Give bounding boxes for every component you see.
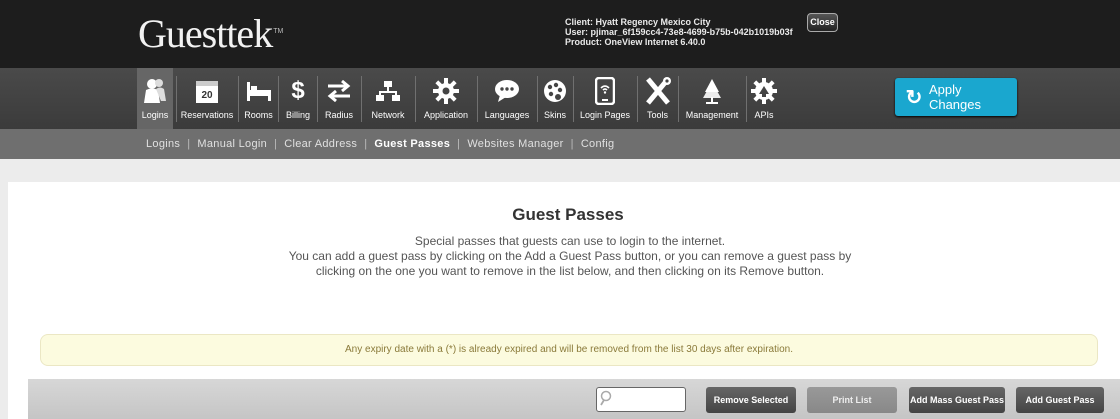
description-line: You can add a guest pass by clicking on …: [288, 249, 852, 263]
nav-divider: [637, 76, 638, 122]
nav-item-network[interactable]: Network: [364, 68, 412, 129]
search-icon: [600, 390, 614, 410]
add-guest-pass-button[interactable]: Add Guest Pass: [1016, 387, 1104, 413]
calendar-icon: 20: [179, 76, 235, 106]
nav-divider: [477, 76, 478, 122]
nav-label: Skins: [543, 110, 566, 120]
nav-item-management[interactable]: Management: [681, 68, 743, 129]
nav-divider: [278, 76, 279, 122]
nav-divider: [573, 76, 574, 122]
subnav-item-logins[interactable]: Logins: [146, 138, 180, 150]
logo-text: Guesttek: [138, 11, 273, 56]
nav-label: Radius: [324, 110, 353, 120]
bed-icon: [241, 76, 276, 106]
nav-divider: [678, 76, 679, 122]
swap-arrows-icon: [320, 76, 358, 106]
nav-label: Reservations: [180, 110, 234, 120]
nav-divider: [746, 76, 747, 122]
calendar-day: 20: [201, 90, 213, 101]
subnav-separator: |: [187, 138, 191, 150]
nav-label: Management: [685, 110, 739, 120]
logo: GuesttekTM: [138, 14, 283, 54]
close-button[interactable]: Close: [807, 13, 838, 32]
nav-item-rooms[interactable]: Rooms: [241, 68, 276, 129]
page-title: Guest Passes: [512, 205, 624, 224]
user-name: User: pjimar_6f159cc4-73e8-4699-b75b-042…: [565, 27, 793, 37]
expiry-notice: Any expiry date with a (*) is already ex…: [40, 334, 1098, 366]
nav-label: Billing: [285, 110, 310, 120]
apply-changes-button[interactable]: ↻ Apply Changes: [895, 78, 1017, 116]
nav-item-application[interactable]: Application: [418, 68, 474, 129]
subnav-item-guest-passes[interactable]: Guest Passes: [374, 138, 450, 150]
network-icon: [364, 76, 412, 106]
tree-icon: [681, 76, 743, 106]
nav-divider: [537, 76, 538, 122]
nav-label: Network: [371, 110, 405, 120]
nav-label: Languages: [484, 110, 530, 120]
nav-label: Rooms: [244, 110, 273, 120]
top-header: GuesttekTM Client: Hyatt Regency Mexico …: [0, 0, 1120, 68]
users-icon: [137, 76, 173, 106]
sub-nav-items: Logins | Manual Login | Clear Address | Guest …: [146, 138, 614, 150]
speech-bubble-icon: [480, 76, 534, 106]
api-gear-icon: [749, 76, 779, 106]
nav-item-reservations[interactable]: 20 Reservations: [179, 68, 235, 129]
product-version: Product: OneView Internet 6.40.0: [565, 37, 706, 47]
nav-divider: [317, 76, 318, 122]
nav-item-login-pages[interactable]: Login Pages: [576, 68, 634, 129]
print-list-button[interactable]: Print List: [807, 387, 897, 413]
nav-label: Tools: [646, 110, 668, 120]
dollar-icon: $: [291, 77, 305, 104]
session-info: Client: Hyatt Regency Mexico City User: …: [565, 17, 793, 47]
apply-changes-label: Apply Changes: [928, 82, 981, 112]
nav-divider: [176, 76, 177, 122]
nav-item-apis[interactable]: APIs: [749, 68, 779, 129]
client-name: Client: Hyatt Regency Mexico City: [565, 17, 711, 27]
nav-item-tools[interactable]: Tools: [640, 68, 675, 129]
nav-item-logins[interactable]: Logins: [137, 68, 173, 129]
subnav-separator: |: [364, 138, 368, 150]
refresh-icon: ↻: [905, 86, 923, 109]
subnav-item-manual-login[interactable]: Manual Login: [197, 138, 267, 150]
nav-label: Login Pages: [579, 110, 631, 120]
subnav-separator: |: [274, 138, 278, 150]
search-input[interactable]: [596, 387, 686, 412]
nav-divider: [361, 76, 362, 122]
tools-icon: [640, 76, 675, 106]
nav-item-languages[interactable]: Languages: [480, 68, 534, 129]
nav-item-skins[interactable]: Skins: [540, 68, 570, 129]
subnav-item-clear-address[interactable]: Clear Address: [284, 138, 357, 150]
subnav-item-websites-manager[interactable]: Websites Manager: [467, 138, 563, 150]
description-line: Special passes that guests can use to lo…: [414, 234, 726, 248]
add-mass-guest-pass-button[interactable]: Add Mass Guest Pass: [909, 387, 1005, 413]
subnav-separator: |: [570, 138, 574, 150]
palette-icon: [540, 76, 570, 106]
nav-item-billing[interactable]: $ Billing: [281, 68, 315, 129]
nav-label: Logins: [141, 110, 169, 120]
sub-nav: Logins | Manual Login | Clear Address | Guest …: [0, 129, 1120, 159]
nav-item-radius[interactable]: Radius: [320, 68, 358, 129]
nav-divider: [238, 76, 239, 122]
logo-trademark: TM: [273, 28, 284, 35]
page-description: Special passes that guests can use to lo…: [260, 234, 880, 279]
remove-selected-button[interactable]: Remove Selected: [706, 387, 796, 413]
description-line: clicking on the one you want to remove i…: [315, 264, 825, 278]
subnav-separator: |: [457, 138, 461, 150]
subnav-item-config[interactable]: Config: [581, 138, 615, 150]
nav-divider: [415, 76, 416, 122]
gear-icon: [418, 76, 474, 106]
tablet-icon: [576, 76, 634, 106]
nav-label: Application: [423, 110, 469, 120]
nav-label: APIs: [754, 110, 774, 120]
